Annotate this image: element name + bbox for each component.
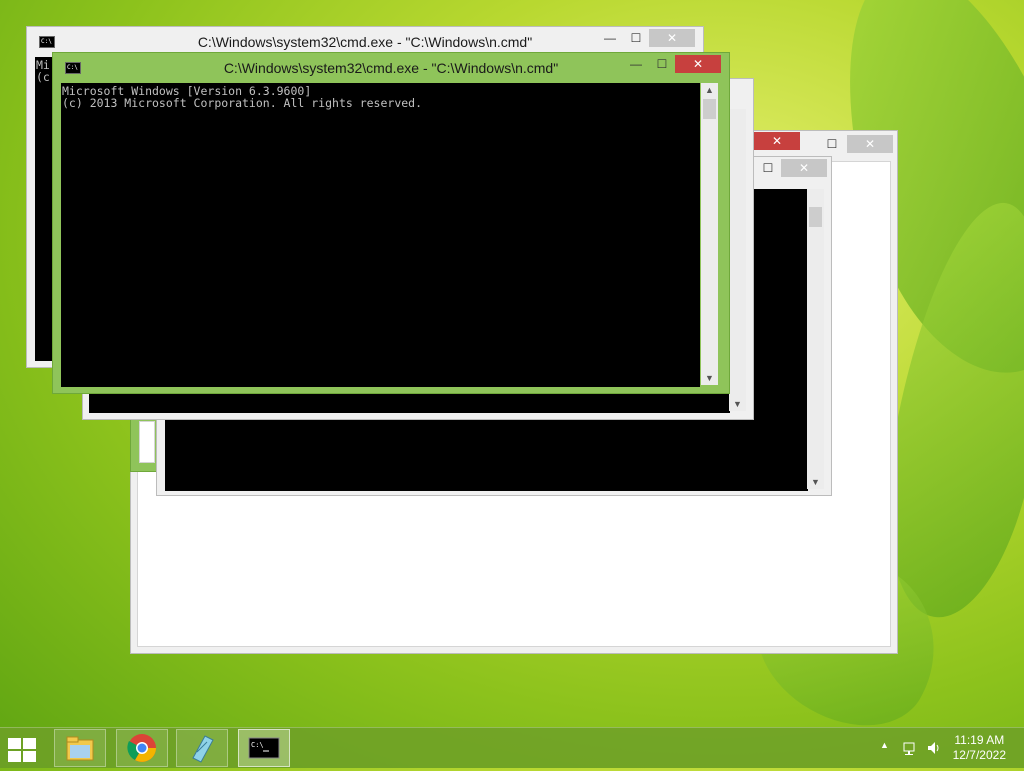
scrollbar[interactable]: ▼	[729, 109, 746, 411]
clock-time: 11:19 AM	[954, 733, 1005, 747]
maximize-button[interactable]: ☐	[819, 135, 845, 153]
scrollbar[interactable]: ▼	[807, 189, 824, 489]
titlebar[interactable]: C:\ C:\Windows\system32\cmd.exe - "C:\Wi…	[53, 53, 729, 81]
windows-logo-icon	[23, 738, 36, 749]
windows-logo-icon	[23, 751, 36, 762]
scrollbar-thumb[interactable]	[703, 99, 716, 119]
maximize-button[interactable]: ☐	[623, 29, 649, 47]
scroll-down-arrow[interactable]: ▼	[807, 475, 824, 489]
minimize-button[interactable]: —	[597, 29, 623, 47]
scroll-up-arrow[interactable]: ▲	[701, 83, 718, 97]
network-icon[interactable]	[902, 740, 918, 756]
window-content	[139, 421, 155, 463]
console-line: (c) 2013 Microsoft Corporation. All righ…	[62, 96, 423, 110]
system-tray: ▲ 11:19 AM 12/7/2022	[864, 728, 1024, 768]
close-button[interactable]: ✕	[847, 135, 893, 153]
cmd-icon: C:\	[248, 737, 280, 759]
clock-date: 12/7/2022	[952, 748, 1006, 762]
close-button[interactable]: ✕	[754, 132, 800, 150]
taskbar: C:\ ▲ 11:19 AM 12/7/2022	[0, 727, 1024, 768]
console-output[interactable]: Microsoft Windows [Version 6.3.9600] (c) …	[61, 83, 700, 387]
maximize-button[interactable]: ☐	[755, 159, 781, 177]
taskbar-chrome[interactable]	[116, 729, 168, 767]
scroll-down-arrow[interactable]: ▼	[701, 371, 718, 385]
active-cmd-window[interactable]: C:\ C:\Windows\system32\cmd.exe - "C:\Wi…	[52, 52, 730, 394]
chrome-icon	[127, 734, 156, 762]
titlebar[interactable]: C:\ C:\Windows\system32\cmd.exe - "C:\Wi…	[27, 27, 703, 55]
taskbar-cmd[interactable]: C:\	[238, 729, 290, 767]
taskbar-notepad[interactable]	[176, 729, 228, 767]
start-button[interactable]	[8, 738, 36, 762]
clock[interactable]: 11:19 AM 12/7/2022	[953, 733, 1006, 763]
scrollbar[interactable]: ▲ ▼	[701, 83, 718, 385]
svg-text:C:\: C:\	[251, 741, 264, 749]
scroll-down-arrow[interactable]: ▼	[729, 397, 746, 411]
volume-icon[interactable]	[926, 740, 942, 756]
background-cmd-window-4: ✕	[752, 128, 808, 158]
close-button[interactable]: ✕	[781, 159, 827, 177]
folder-icon	[66, 736, 94, 761]
notepad-icon	[192, 735, 214, 763]
minimize-button[interactable]: —	[623, 55, 649, 73]
close-button[interactable]: ✕	[649, 29, 695, 47]
close-button[interactable]: ✕	[675, 55, 721, 73]
windows-logo-icon	[8, 751, 21, 762]
scrollbar-thumb[interactable]	[809, 207, 822, 227]
show-hidden-icons-button[interactable]: ▲	[880, 740, 889, 750]
windows-logo-icon	[8, 738, 21, 749]
maximize-button[interactable]: ☐	[649, 55, 675, 73]
taskbar-file-explorer[interactable]	[54, 729, 106, 767]
